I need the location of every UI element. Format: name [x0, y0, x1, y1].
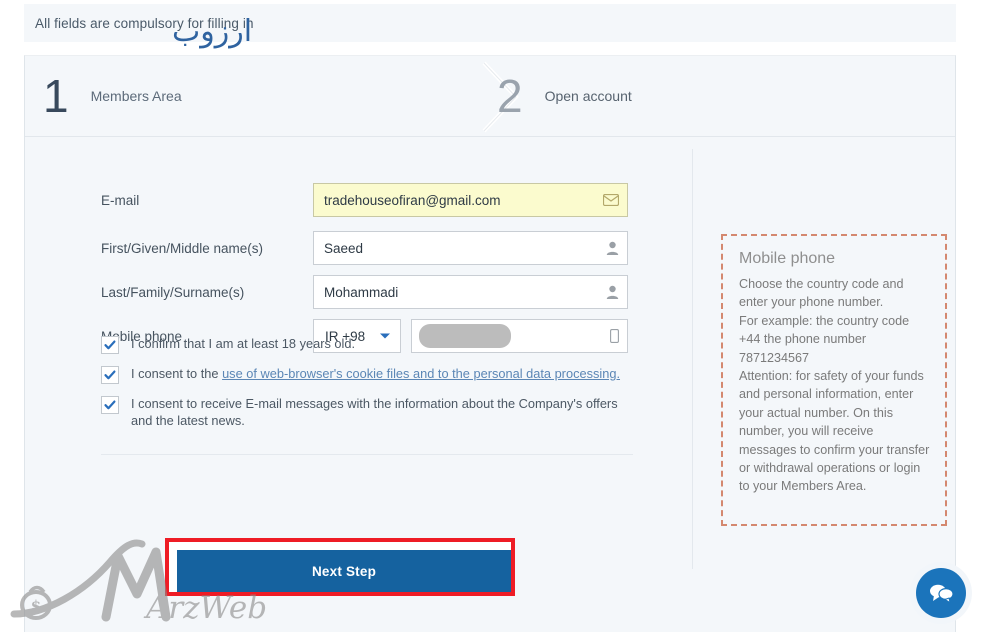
notice-bar: All fields are compulsory for filling in [24, 4, 956, 42]
step-2-open-account[interactable]: 2 Open account [497, 56, 632, 136]
form-divider [101, 454, 633, 455]
checkbox-label-age: I confirm that I am at least 18 years ol… [131, 336, 356, 351]
info-box-title: Mobile phone [739, 250, 836, 267]
checkbox-age[interactable] [101, 336, 119, 354]
chat-circle [916, 568, 966, 618]
checkbox-row-age[interactable]: I confirm that I am at least 18 years ol… [101, 335, 641, 354]
email-input[interactable] [313, 183, 628, 217]
info-box-body: Choose the country code and enter your p… [739, 277, 930, 494]
step-2-label: Open account [544, 88, 632, 104]
next-step-button[interactable]: Next Step [177, 550, 511, 592]
first-name-input[interactable] [313, 231, 628, 265]
label-first-name: First/Given/Middle name(s) [101, 240, 264, 256]
input-wrap-last-name [313, 275, 628, 309]
check-icon [104, 370, 116, 380]
step-1-members-area[interactable]: 1 Members Area [43, 56, 182, 136]
check-icon [104, 340, 116, 350]
consent-checkbox-group: I confirm that I am at least 18 years ol… [101, 335, 641, 440]
field-row-email: E-mail [101, 183, 628, 217]
step-1-label: Members Area [90, 88, 182, 104]
label-last-name: Last/Family/Surname(s) [101, 284, 245, 300]
checkbox-row-cookies[interactable]: I consent to the use of web-browser's co… [101, 365, 641, 384]
checkbox-label-marketing: I consent to receive E-mail messages wit… [131, 396, 618, 428]
chat-bubbles-icon [930, 584, 954, 603]
checkbox-label-cookies-prefix: I consent to the [131, 366, 223, 381]
chat-widget-button[interactable] [910, 562, 972, 624]
field-row-first-name: First/Given/Middle name(s) [101, 231, 628, 265]
arzweb-watermark-persian: ارزوب [172, 14, 253, 49]
checkbox-label-cookies: I consent to the use of web-browser's co… [131, 365, 620, 382]
check-icon [104, 400, 116, 410]
step-indicator: 1 Members Area 2 Open account [25, 56, 955, 137]
step-2-number: 2 [497, 70, 523, 122]
next-step-highlight-box: Next Step [165, 538, 515, 596]
vertical-divider [692, 149, 693, 569]
mobile-phone-info-box: Mobile phone Choose the country code and… [721, 234, 947, 526]
field-row-last-name: Last/Family/Surname(s) [101, 275, 628, 309]
checkbox-row-marketing[interactable]: I consent to receive E-mail messages wit… [101, 395, 641, 429]
input-wrap-first-name [313, 231, 628, 265]
checkbox-cookies[interactable] [101, 366, 119, 384]
last-name-input[interactable] [313, 275, 628, 309]
cookie-policy-link[interactable]: use of web-browser's cookie files and to… [222, 366, 620, 381]
step-1-number: 1 [43, 70, 69, 122]
checkbox-marketing[interactable] [101, 396, 119, 414]
label-email: E-mail [101, 192, 140, 208]
input-wrap-email [313, 183, 628, 217]
